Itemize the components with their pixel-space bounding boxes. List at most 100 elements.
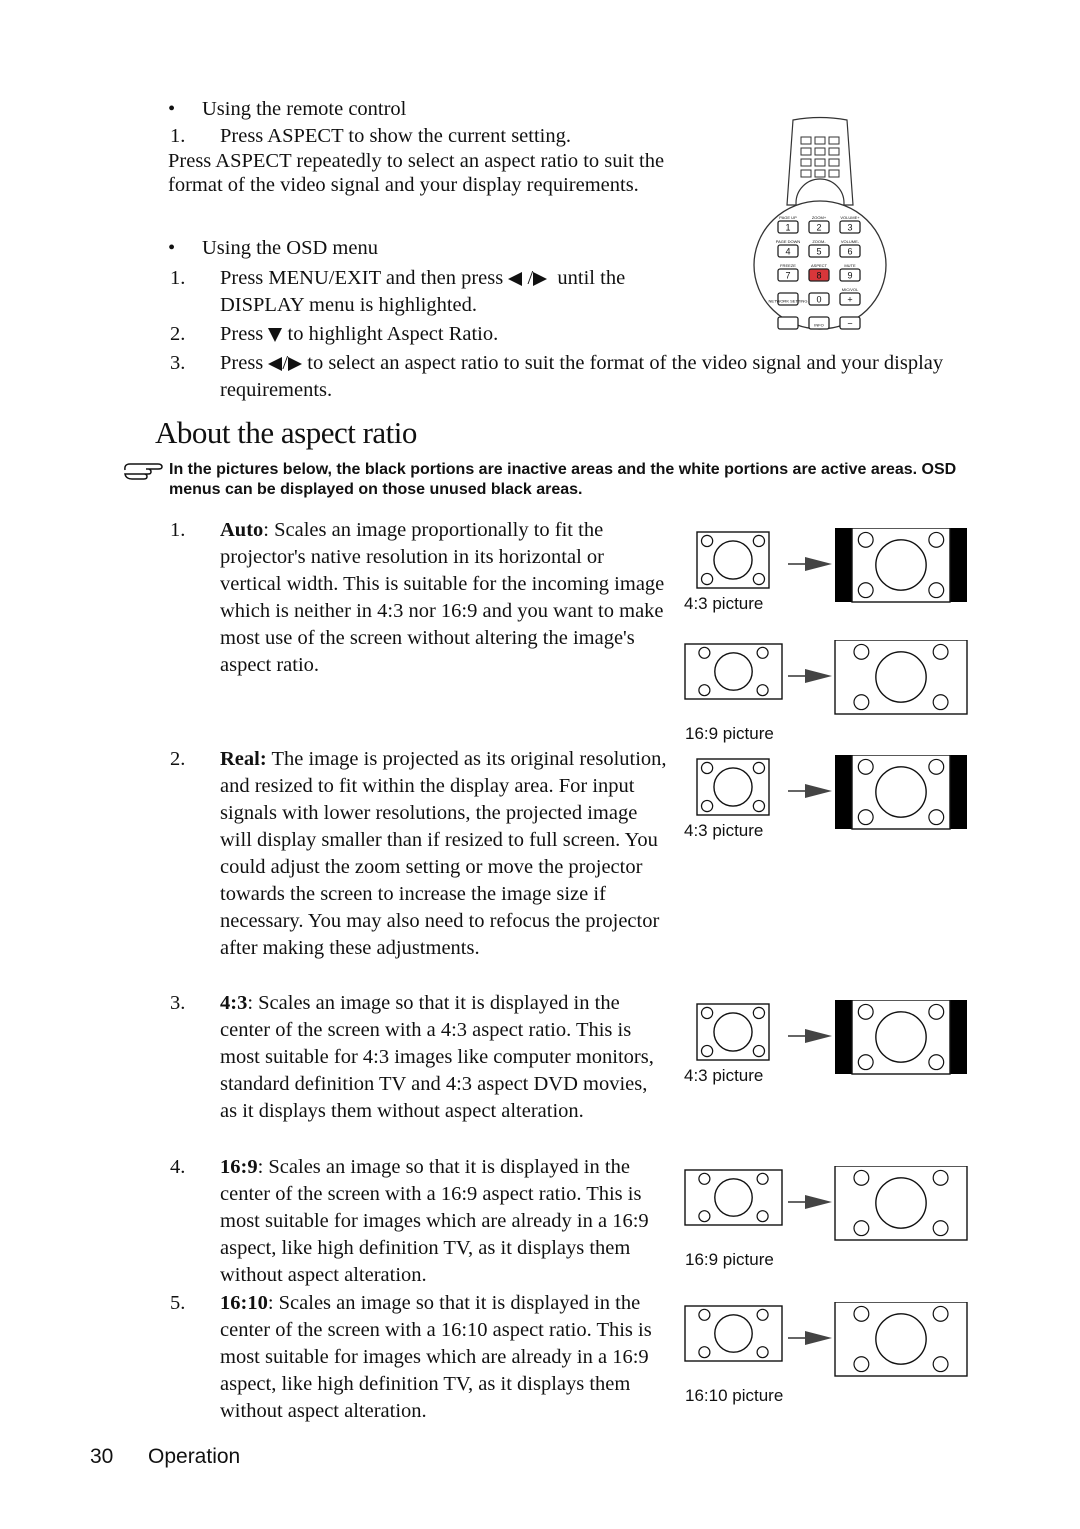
- aspect-diagram: [680, 639, 980, 725]
- svg-text:VOLUME-: VOLUME-: [841, 239, 860, 244]
- osd-step-2: Press to highlight Aspect Ratio.: [220, 321, 498, 348]
- svg-text:6: 6: [847, 247, 852, 257]
- diagram-caption: 4:3 picture: [684, 821, 764, 840]
- source-picture: [684, 1169, 783, 1226]
- term: Auto: [220, 519, 264, 541]
- text: to highlight: [282, 323, 387, 345]
- footer-section: Operation: [148, 1445, 241, 1468]
- aspect-diagram: [680, 1301, 980, 1387]
- note-text: In the pictures below, the black portion…: [169, 461, 957, 498]
- diagram-caption: 16:10 picture: [685, 1386, 784, 1405]
- remote-heading: Using the remote control: [202, 98, 407, 120]
- remote-control-image: 1 PAGE UP 2 ZOOM+ 3 VOLUME+ 4 PAGE DOWN 5 ZOOM- 6 V…: [753, 116, 887, 330]
- remote-button: 3 VOLUME+: [839, 215, 861, 234]
- svg-text:8: 8: [816, 271, 821, 281]
- svg-text:ZOOM-: ZOOM-: [812, 239, 826, 244]
- item-number: 1.: [170, 519, 186, 541]
- step-number: 2.: [170, 323, 186, 345]
- aspect-item-16-9: 16:9: Scales an image so that it is disp…: [220, 1154, 672, 1289]
- result-picture: [834, 639, 968, 715]
- arrow-icon: [788, 1195, 832, 1209]
- term: 16:9: [220, 1156, 258, 1178]
- term: 4:3: [220, 992, 248, 1014]
- source-picture: [696, 531, 770, 589]
- svg-text:2: 2: [816, 223, 821, 233]
- item-number: 4.: [170, 1156, 186, 1178]
- description: : Scales an image so that it is displaye…: [220, 992, 654, 1122]
- text: and then press: [380, 267, 509, 289]
- svg-text:MUTE: MUTE: [844, 263, 856, 268]
- description: : Scales an image so that it is displaye…: [220, 1292, 652, 1422]
- down-arrow-icon: [268, 328, 283, 343]
- result-picture: [851, 999, 951, 1075]
- remote-button: −: [839, 316, 861, 330]
- text: .: [493, 323, 499, 345]
- right-arrow-icon: [533, 272, 548, 287]
- text: Press: [220, 323, 269, 345]
- osd-heading: Using the OSD menu: [202, 237, 378, 259]
- aspect-diagram-graphic: [684, 639, 968, 715]
- arrow-icon: [788, 557, 832, 571]
- osd-step-1: Press MENU/EXIT and then press / until t…: [220, 265, 680, 319]
- text: menu is highlighted.: [303, 294, 478, 316]
- term: 16:10: [220, 1292, 268, 1314]
- text: until the: [552, 267, 626, 289]
- menu-item-name: Aspect Ratio: [386, 323, 494, 345]
- svg-text:MIC/VOL: MIC/VOL: [842, 287, 859, 292]
- term: Real:: [220, 748, 267, 770]
- item-number: 2.: [170, 748, 186, 770]
- svg-text:ASPECT: ASPECT: [811, 263, 828, 268]
- key-name: ASPECT: [215, 150, 292, 172]
- svg-text:INFO: INFO: [814, 323, 824, 328]
- step-number: 1.: [170, 125, 186, 147]
- source-picture: [684, 1305, 783, 1362]
- text: Press: [168, 150, 216, 172]
- svg-text:PAGE UP: PAGE UP: [779, 215, 797, 220]
- result-picture: [851, 754, 951, 830]
- svg-text:4: 4: [785, 247, 790, 257]
- text: to select an aspect ratio to suit the fo…: [220, 352, 944, 401]
- remote-button: + MIC/VOL: [839, 287, 861, 306]
- left-arrow-icon: [268, 357, 283, 372]
- bullet: •: [168, 98, 176, 120]
- left-arrow-icon: [508, 272, 523, 287]
- remote-button: 0: [808, 292, 830, 306]
- description: : Scales an image proportionally to fit …: [220, 519, 665, 676]
- osd-step-3: Press / to select an aspect ratio to sui…: [220, 350, 950, 404]
- diagram-caption: 4:3 picture: [684, 1066, 764, 1085]
- arrow-icon: [788, 1331, 832, 1345]
- remote-button: 7 FREEZE: [777, 263, 799, 282]
- remote-step-1: Press ASPECT to show the current setting…: [220, 123, 571, 150]
- remote-button: 1 PAGE UP: [777, 215, 799, 234]
- svg-text:ZOOM+: ZOOM+: [812, 215, 827, 220]
- arrow-icon: [788, 669, 832, 683]
- result-picture: [834, 1301, 968, 1377]
- text: Press: [220, 267, 269, 289]
- remote-paragraph: Press ASPECT repeatedly to select an asp…: [168, 150, 668, 197]
- aspect-item-4-3: 4:3: Scales an image so that it is displ…: [220, 990, 660, 1125]
- arrow-icon: [788, 1029, 832, 1043]
- svg-text:1: 1: [785, 223, 790, 233]
- svg-text:0: 0: [816, 295, 821, 305]
- remote-button: [777, 316, 799, 330]
- diagram-caption: 16:9 picture: [685, 1250, 774, 1269]
- item-number: 3.: [170, 992, 186, 1014]
- diagram-caption: 4:3 picture: [684, 594, 764, 613]
- result-picture: [851, 527, 951, 603]
- arrow-icon: [788, 784, 832, 798]
- remote-button: 2 ZOOM+: [808, 215, 830, 234]
- source-picture: [684, 643, 783, 700]
- key-name: ASPECT: [267, 125, 344, 147]
- text: to show the current setting.: [343, 125, 571, 147]
- svg-text:7: 7: [785, 271, 790, 281]
- bullet: •: [168, 237, 176, 259]
- text: Press: [220, 125, 268, 147]
- svg-text:NETWORK SETTING: NETWORK SETTING: [769, 299, 808, 304]
- section-title: About the aspect ratio: [155, 415, 417, 450]
- aspect-item-real: Real: The image is projected as its orig…: [220, 746, 670, 962]
- svg-text:PAGE DOWN: PAGE DOWN: [776, 239, 801, 244]
- key-name: MENU/EXIT: [268, 267, 381, 289]
- right-arrow-icon: [288, 357, 303, 372]
- description: The image is projected as its original r…: [220, 748, 667, 959]
- svg-text:+: +: [847, 295, 852, 305]
